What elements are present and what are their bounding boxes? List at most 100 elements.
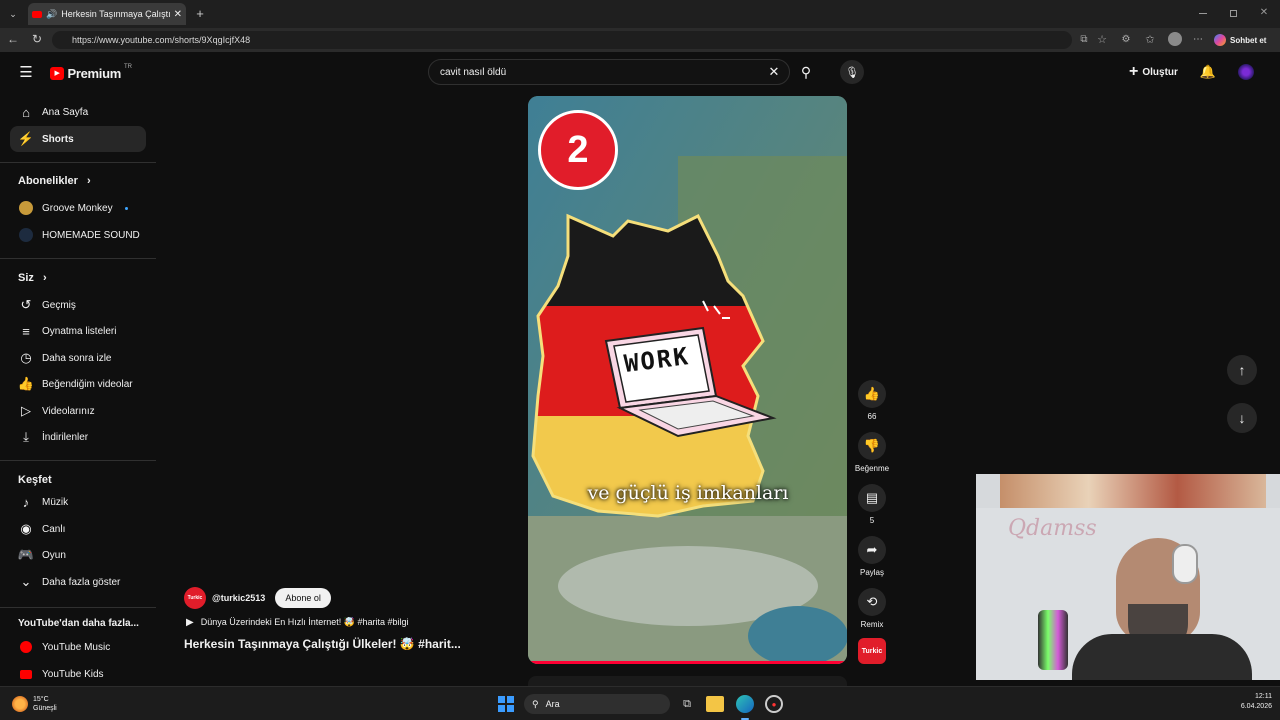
search-input[interactable]: cavit nasıl öldü — [428, 59, 790, 85]
channel-avatar[interactable]: Turkic — [184, 587, 206, 609]
copilot-button[interactable]: Sohbet et — [1214, 32, 1276, 48]
youtube-kids-icon — [10, 669, 42, 679]
microphone-icon[interactable]: 🎙 — [840, 60, 864, 84]
remix-action[interactable]: ⟲ Remix — [852, 588, 892, 629]
extension-icon[interactable]: ⧉ — [1078, 33, 1090, 45]
clear-search-icon[interactable]: ✕ — [766, 64, 782, 80]
sidebar-item-liked-videos[interactable]: 👍 Beğendiğim videolar — [10, 371, 146, 397]
webcam-top-image — [1000, 474, 1266, 508]
sidebar-item-subscription[interactable]: Groove Monkey — [10, 195, 146, 221]
remix-icon: ⟲ — [858, 588, 886, 616]
taskbar-search[interactable]: ⚲ Ara — [524, 694, 670, 714]
playlist-link[interactable]: ▶ Dünya Üzerindeki En Hızlı İnternet! 🤯 … — [186, 616, 476, 628]
plus-icon: + — [1129, 63, 1139, 80]
sidebar-item-shorts[interactable]: ⚡ Shorts — [10, 126, 146, 152]
next-short-button[interactable]: ↓ — [1227, 403, 1257, 433]
minimize-button[interactable] — [1199, 13, 1207, 14]
browser-tab[interactable]: 🔊 Herkesin Taşınmaya Çalıştığı Ü ✕ — [28, 3, 186, 25]
sidebar-item-label: YouTube Music — [42, 641, 111, 653]
short-title[interactable]: Herkesin Taşınmaya Çalıştığı Ülkeler! 🤯 … — [184, 637, 484, 651]
copilot-label: Sohbet et — [1230, 35, 1267, 45]
task-view-icon[interactable]: ⧉ — [679, 696, 695, 712]
shorts-video-player[interactable]: WORK 2 ve güçlü iş imkanları — [528, 96, 847, 664]
browser-extensions-icon[interactable]: ⚙ — [1120, 33, 1132, 45]
favorite-star-icon[interactable]: ☆ — [1096, 33, 1108, 46]
channel-badge[interactable]: Turkic — [858, 638, 886, 664]
sidebar-item-music[interactable]: ♪ Müzik — [10, 489, 146, 515]
sidebar-item-label: Oyun — [42, 549, 66, 561]
clock-date: 6.04.2026 — [1240, 703, 1272, 710]
profile-avatar[interactable] — [1168, 32, 1182, 46]
new-tab-button[interactable]: + — [192, 5, 208, 21]
system-clock[interactable]: 12:11 6.04.2026 — [1222, 692, 1272, 716]
sidebar-item-playlists[interactable]: ≡ Oynatma listeleri — [10, 318, 146, 344]
rank-number: 2 — [567, 128, 589, 171]
copilot-icon — [1214, 34, 1226, 46]
you-header[interactable]: Siz › — [18, 272, 47, 284]
remix-label: Remix — [860, 620, 884, 629]
tab-list-button[interactable]: ⌄ — [4, 5, 22, 23]
share-action[interactable]: ➦ Paylaş — [852, 536, 892, 577]
dislike-action[interactable]: 👎 Beğenme — [850, 432, 894, 473]
notifications-bell-icon[interactable]: 🔔 — [1199, 63, 1217, 81]
edge-browser-icon[interactable] — [736, 695, 754, 713]
youtube-music-icon — [10, 641, 42, 653]
live-icon: ◉ — [20, 521, 32, 536]
app-icon[interactable]: ● — [765, 695, 783, 713]
dislike-label: Beğenme — [854, 464, 890, 473]
sidebar-item-watch-later[interactable]: ◷ Daha sonra izle — [10, 345, 146, 371]
clock-time: 12:11 — [1255, 693, 1272, 700]
microphone-device — [1038, 610, 1068, 670]
sidebar-item-youtube-kids[interactable]: YouTube Kids — [10, 661, 146, 687]
search-icon[interactable]: ⚲ — [797, 63, 815, 81]
sidebar-item-subscription[interactable]: HOMEMADE SOUND — [10, 222, 146, 248]
favorites-icon[interactable]: ✩ — [1144, 33, 1156, 46]
divider — [0, 258, 156, 259]
start-button[interactable] — [498, 696, 514, 712]
taskbar-search-label: Ara — [545, 699, 560, 709]
music-note-icon: ♪ — [22, 494, 30, 510]
subscriptions-header[interactable]: Abonelikler › — [18, 175, 91, 187]
progress-bar[interactable] — [528, 661, 847, 664]
sidebar-item-downloads[interactable]: ⤓ İndirilenler — [10, 424, 146, 450]
close-window-button[interactable]: ✕ — [1258, 6, 1270, 18]
subscribe-button[interactable]: Abone ol — [275, 588, 331, 608]
maximize-button[interactable] — [1230, 10, 1237, 17]
channel-avatar — [10, 228, 42, 242]
sidebar-item-live[interactable]: ◉ Canlı — [10, 516, 146, 542]
close-tab-icon[interactable]: ✕ — [174, 9, 182, 20]
sidebar-item-history[interactable]: ↺ Geçmiş — [10, 292, 146, 318]
reload-icon[interactable]: ↻ — [30, 32, 44, 46]
tab-title: Herkesin Taşınmaya Çalıştığı Ü — [61, 9, 171, 19]
previous-short-button[interactable]: ↑ — [1227, 355, 1257, 385]
section-title: Keşfet — [18, 474, 52, 486]
sidebar-item-show-more[interactable]: ⌄ Daha fazla göster — [10, 569, 146, 595]
more-options-icon[interactable]: ⋯ — [1192, 33, 1204, 45]
comments-action[interactable]: ▤ 5 — [858, 484, 886, 525]
channel-handle[interactable]: @turkic2513 — [212, 593, 265, 603]
sidebar-item-label: YouTube Kids — [42, 668, 104, 680]
channel-avatar-text: Turkic — [187, 595, 203, 601]
address-bar[interactable]: https://www.youtube.com/shorts/9XqgIcjfX… — [52, 31, 1072, 49]
back-icon[interactable]: ← — [6, 32, 20, 46]
create-button[interactable]: + Oluştur — [1126, 62, 1184, 82]
clock-icon: ◷ — [20, 350, 32, 365]
like-action[interactable]: 👍 66 — [858, 380, 886, 421]
sidebar-item-gaming[interactable]: 🎮 Oyun — [10, 542, 146, 568]
share-label: Paylaş — [859, 568, 884, 577]
comment-icon: ▤ — [858, 484, 886, 512]
sidebar-item-home[interactable]: ⌂ Ana Sayfa — [10, 99, 146, 125]
account-avatar[interactable] — [1238, 64, 1254, 80]
windows-logo-icon — [498, 696, 505, 703]
sidebar-item-your-videos[interactable]: ▷ Videolarınız — [10, 398, 146, 424]
sidebar-item-youtube-music[interactable]: YouTube Music — [10, 634, 146, 660]
headphone-icon — [1172, 544, 1198, 584]
speaker-icon[interactable]: 🔊 — [46, 9, 57, 20]
file-explorer-icon[interactable] — [706, 696, 724, 712]
temperature: 15°C — [33, 696, 49, 703]
sidebar-item-label: Daha fazla göster — [42, 576, 121, 588]
playlists-icon: ≡ — [22, 323, 30, 339]
weather-widget[interactable]: 15°C Güneşli — [12, 692, 82, 716]
video-icon: ▷ — [21, 403, 31, 418]
thumbs-down-icon: 👎 — [858, 432, 886, 460]
